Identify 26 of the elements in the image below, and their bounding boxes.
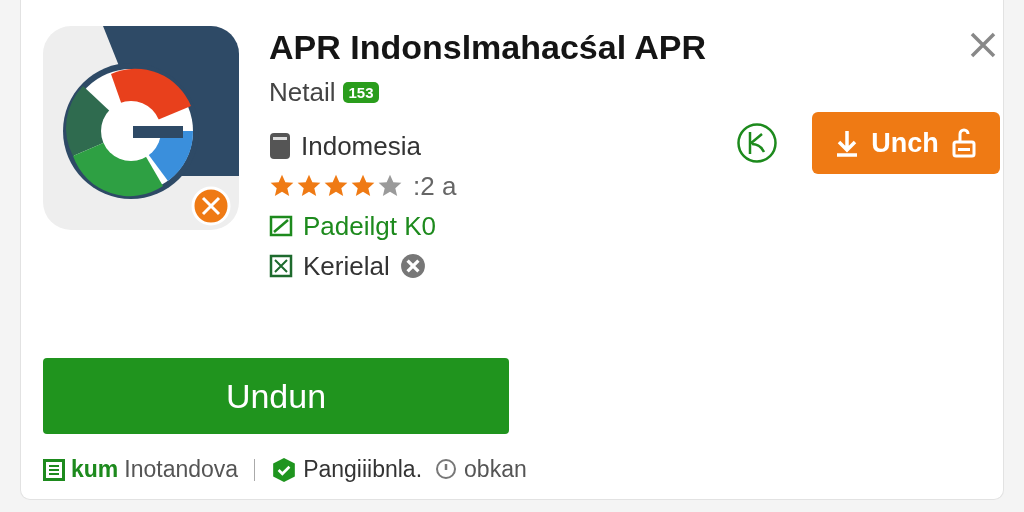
checkbox-icon <box>269 254 293 278</box>
star-icon <box>269 173 295 199</box>
badge: 153 <box>343 82 379 103</box>
star-icon <box>377 173 403 199</box>
download-button[interactable]: Unch <box>812 112 1001 174</box>
download-icon <box>835 129 860 157</box>
footer-text: obkan <box>464 456 527 483</box>
category-text: Kerielal <box>303 250 390 282</box>
star-icon <box>350 173 376 199</box>
info-icon <box>434 457 459 482</box>
footer-text: Inotandova <box>124 456 239 483</box>
phone-icon <box>269 132 291 160</box>
star-icon <box>296 173 322 199</box>
app-icon <box>43 26 239 230</box>
footer-link[interactable]: kum <box>71 456 119 483</box>
document-icon <box>43 458 65 481</box>
rating-text: :2 a <box>413 170 457 202</box>
feature-text: Padeilgt K0 <box>303 210 436 242</box>
star-icon <box>323 173 349 199</box>
country-text: Indomesia <box>301 130 421 162</box>
shield-check-icon <box>271 456 298 483</box>
lock-icon <box>950 128 977 158</box>
primary-download-button[interactable]: Undun <box>43 358 509 434</box>
developer-name: Netail <box>269 77 336 108</box>
footer-text: Pangiiibnla. <box>303 456 423 483</box>
app-title: APR Indonslmahacśal APR <box>269 28 707 67</box>
